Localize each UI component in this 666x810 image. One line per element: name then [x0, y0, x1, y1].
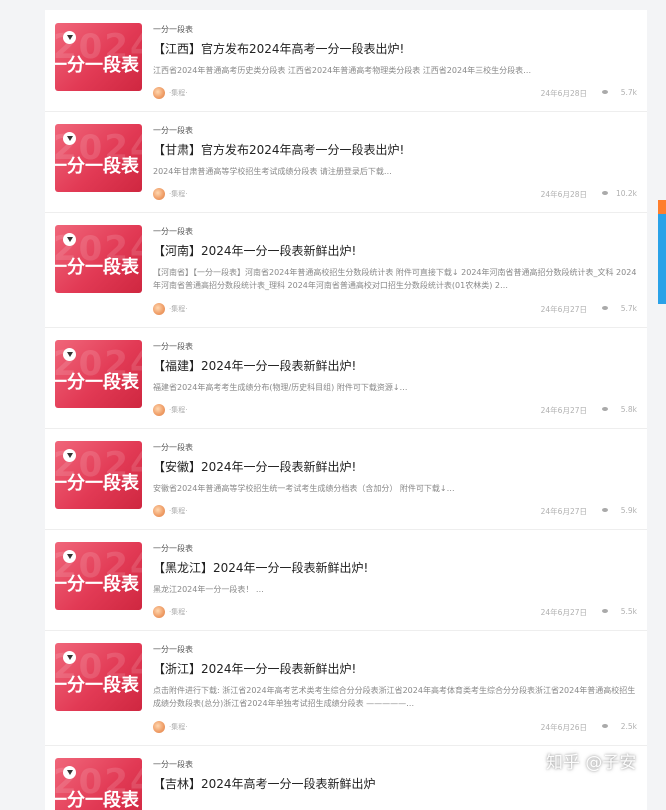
post-excerpt: 福建省2024年高考考生成绩分布(物理/历史科目组) 附件可下载资源↓… — [153, 383, 408, 392]
thumbnail-text: 一分一段表 — [55, 257, 139, 278]
download-icon — [63, 348, 76, 361]
post-date: 24年6月28日 — [540, 89, 587, 98]
post-title[interactable]: 【福建】2024年一分一段表新鲜出炉! — [153, 357, 356, 374]
post-date: 24年6月27日 — [540, 608, 587, 617]
author-name[interactable]: ·集程· — [169, 304, 187, 314]
avatar[interactable] — [153, 505, 165, 517]
eye-icon — [602, 407, 608, 411]
download-icon — [63, 449, 76, 462]
category-link[interactable]: 一分一段表 — [153, 644, 193, 655]
post-thumbnail[interactable]: 2024 一分一段表 — [55, 758, 142, 810]
avatar[interactable] — [153, 721, 165, 733]
post-thumbnail[interactable]: 2024 一分一段表 — [55, 643, 142, 711]
post-excerpt: 黑龙江2024年一分一段表！ … — [153, 585, 264, 594]
download-icon — [63, 132, 76, 145]
list-item[interactable]: 2024 一分一段表 一分一段表 【安徽】2024年一分一段表新鲜出炉! 安徽省… — [45, 428, 647, 530]
eye-icon — [602, 609, 608, 613]
post-list: 2024 一分一段表 一分一段表 【江西】官方发布2024年高考一分一段表出炉!… — [45, 10, 647, 810]
post-excerpt: 2024年甘肃普通高等学校招生考试成绩分段表 请注册登录后下载… — [153, 167, 392, 176]
post-date: 24年6月27日 — [540, 406, 587, 415]
thumbnail-text: 一分一段表 — [55, 473, 139, 494]
category-link[interactable]: 一分一段表 — [153, 226, 193, 237]
download-icon — [63, 550, 76, 563]
post-title[interactable]: 【江西】官方发布2024年高考一分一段表出炉! — [153, 40, 404, 57]
eye-icon — [602, 191, 608, 195]
view-count: 5.9k — [620, 506, 637, 515]
download-icon — [63, 651, 76, 664]
post-title[interactable]: 【安徽】2024年一分一段表新鲜出炉! — [153, 458, 356, 475]
author-name[interactable]: ·集程· — [169, 405, 187, 415]
download-icon — [63, 31, 76, 44]
post-title[interactable]: 【浙江】2024年一分一段表新鲜出炉! — [153, 660, 356, 677]
list-item[interactable]: 2024 一分一段表 一分一段表 【黑龙江】2024年一分一段表新鲜出炉! 黑龙… — [45, 529, 647, 631]
eye-icon — [602, 306, 608, 310]
avatar[interactable] — [153, 404, 165, 416]
post-date: 24年6月28日 — [540, 190, 587, 199]
post-title[interactable]: 【吉林】2024年高考一分一段表新鲜出炉 — [153, 775, 376, 792]
post-meta: ·集程· 24年6月26日 2.5k — [153, 721, 637, 735]
post-thumbnail[interactable]: 2024 一分一段表 — [55, 441, 142, 509]
post-thumbnail[interactable]: 2024 一分一段表 — [55, 225, 142, 293]
post-thumbnail[interactable]: 2024 一分一段表 — [55, 124, 142, 192]
list-item[interactable]: 2024 一分一段表 一分一段表 【福建】2024年一分一段表新鲜出炉! 福建省… — [45, 327, 647, 429]
post-meta: ·集程· 24年6月27日 5.8k — [153, 404, 637, 418]
avatar[interactable] — [153, 303, 165, 315]
eye-icon — [602, 508, 608, 512]
author-name[interactable]: ·集程· — [169, 189, 187, 199]
list-item[interactable]: 2024 一分一段表 一分一段表 【江西】官方发布2024年高考一分一段表出炉!… — [45, 10, 647, 112]
post-excerpt: 【河南省】【一分一段表】河南省2024年普通高校招生分数段统计表 附件可直接下载… — [153, 268, 637, 290]
download-icon — [63, 233, 76, 246]
post-title[interactable]: 【黑龙江】2024年一分一段表新鲜出炉! — [153, 559, 368, 576]
thumbnail-text: 一分一段表 — [55, 574, 139, 595]
post-date: 24年6月26日 — [540, 723, 587, 732]
list-item[interactable]: 2024 一分一段表 一分一段表 【浙江】2024年一分一段表新鲜出炉! 点击附… — [45, 630, 647, 746]
author-name[interactable]: ·集程· — [169, 607, 187, 617]
thumbnail-text: 一分一段表 — [55, 372, 139, 393]
view-count: 5.7k — [620, 304, 637, 313]
eye-icon — [602, 724, 608, 728]
post-thumbnail[interactable]: 2024 一分一段表 — [55, 23, 142, 91]
category-link[interactable]: 一分一段表 — [153, 341, 193, 352]
post-date: 24年6月27日 — [540, 507, 587, 516]
post-thumbnail[interactable]: 2024 一分一段表 — [55, 542, 142, 610]
category-link[interactable]: 一分一段表 — [153, 24, 193, 35]
post-meta: ·集程· 24年6月28日 5.7k — [153, 87, 637, 101]
post-thumbnail[interactable]: 2024 一分一段表 — [55, 340, 142, 408]
avatar[interactable] — [153, 188, 165, 200]
floating-side-widget[interactable] — [658, 200, 666, 304]
category-link[interactable]: 一分一段表 — [153, 442, 193, 453]
view-count: 5.7k — [620, 88, 637, 97]
download-icon — [63, 766, 76, 779]
category-link[interactable]: 一分一段表 — [153, 543, 193, 554]
post-meta: ·集程· 24年6月27日 5.5k — [153, 606, 637, 620]
category-link[interactable]: 一分一段表 — [153, 125, 193, 136]
side-widget-tab[interactable] — [658, 200, 666, 214]
author-name[interactable]: ·集程· — [169, 88, 187, 98]
post-excerpt: 安徽省2024年普通高等学校招生统一考试考生成绩分档表（含加分） 附件可下载↓… — [153, 484, 455, 493]
view-count: 5.5k — [620, 607, 637, 616]
post-meta: ·集程· 24年6月27日 5.7k — [153, 303, 637, 317]
eye-icon — [602, 90, 608, 94]
post-excerpt: 点击附件进行下载: 浙江省2024年高考艺术类考生综合分分段表浙江省2024年高… — [153, 686, 636, 708]
thumbnail-text: 一分一段表 — [55, 55, 139, 76]
post-meta: ·集程· 24年6月28日 10.2k — [153, 188, 637, 202]
post-title[interactable]: 【甘肃】官方发布2024年高考一分一段表出炉! — [153, 141, 404, 158]
list-item[interactable]: 2024 一分一段表 一分一段表 【甘肃】官方发布2024年高考一分一段表出炉!… — [45, 111, 647, 213]
post-excerpt: 江西省2024年普通高考历史类分段表 江西省2024年普通高考物理类分段表 江西… — [153, 66, 532, 75]
post-date: 24年6月27日 — [540, 305, 587, 314]
author-name[interactable]: ·集程· — [169, 506, 187, 516]
thumbnail-text: 一分一段表 — [55, 156, 139, 177]
view-count: 10.2k — [615, 189, 637, 198]
thumbnail-text: 一分一段表 — [55, 675, 139, 696]
category-link[interactable]: 一分一段表 — [153, 759, 193, 770]
avatar[interactable] — [153, 606, 165, 618]
post-meta: ·集程· 24年6月27日 5.9k — [153, 505, 637, 519]
list-item[interactable]: 2024 一分一段表 一分一段表 【河南】2024年一分一段表新鲜出炉! 【河南… — [45, 212, 647, 328]
author-name[interactable]: ·集程· — [169, 722, 187, 732]
view-count: 2.5k — [620, 722, 637, 731]
view-count: 5.8k — [620, 405, 637, 414]
watermark: 知乎 @子安 — [546, 753, 637, 773]
post-title[interactable]: 【河南】2024年一分一段表新鲜出炉! — [153, 242, 356, 259]
avatar[interactable] — [153, 87, 165, 99]
